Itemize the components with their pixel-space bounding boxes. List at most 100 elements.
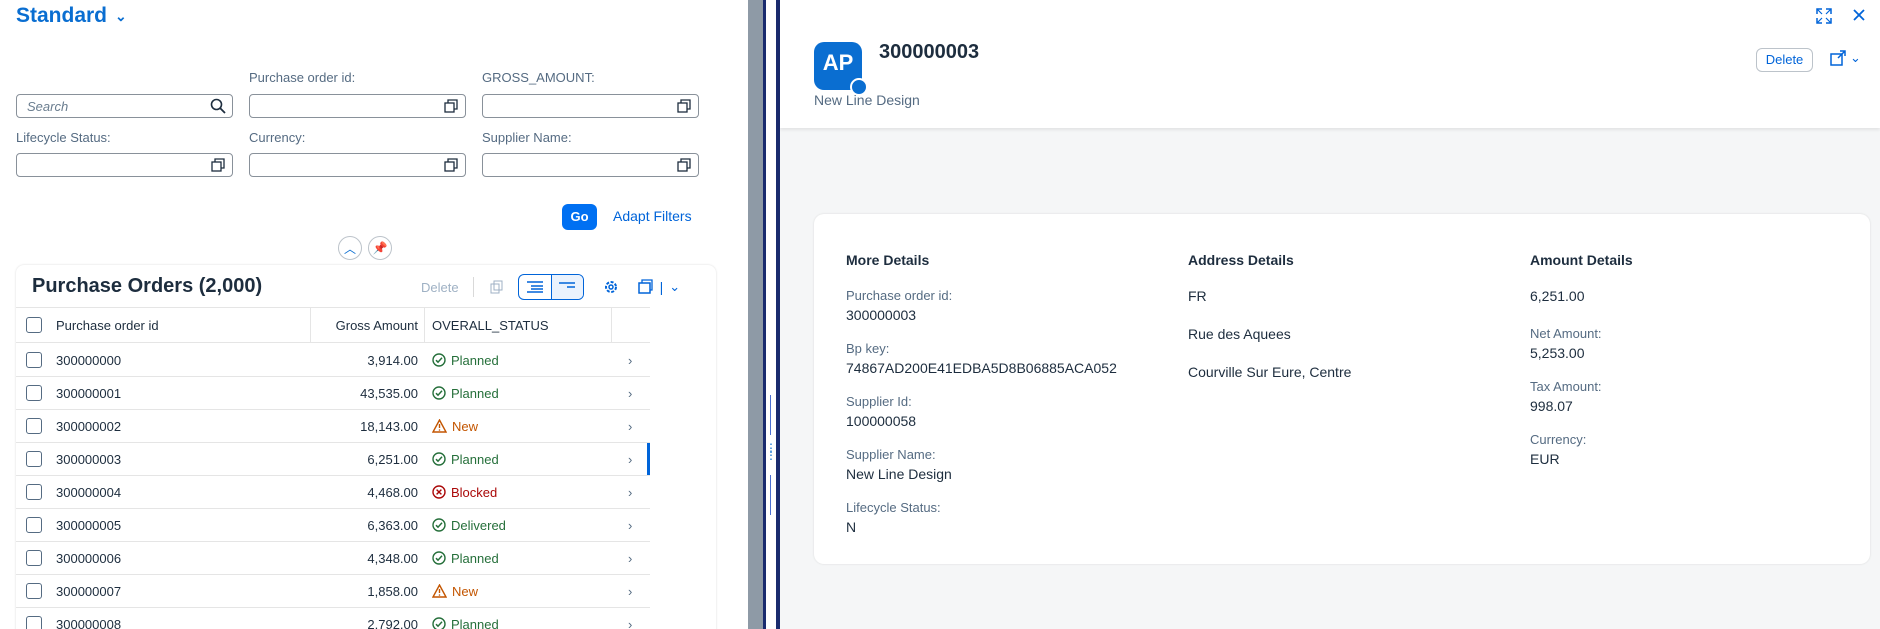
cell-status: New [432,575,478,607]
table-row[interactable]: 300000005 6,363.00 Delivered › [16,509,650,542]
collapse-rows-icon[interactable] [550,275,583,299]
view-toggle[interactable] [517,274,584,300]
row-checkbox[interactable] [26,484,42,500]
share-menu-button[interactable]: ⌄ [1830,50,1861,66]
row-checkbox[interactable] [26,352,42,368]
toolbar-separator [472,277,474,297]
field-value: EUR [1530,451,1560,467]
adapt-filters-button[interactable]: Adapt Filters [613,208,692,224]
row-checkbox[interactable] [26,616,42,629]
fullscreen-icon[interactable] [1816,8,1832,27]
field-pair: Lifecycle Status: N [846,500,1117,535]
chevron-right-icon[interactable]: › [628,377,632,409]
cell-status: Planned [432,542,499,574]
lifecycle-field[interactable] [16,153,233,177]
chevron-down-icon[interactable]: ⌄ [669,279,680,295]
supplier-field[interactable] [482,153,699,177]
value-help-icon[interactable] [676,97,692,115]
go-button[interactable]: Go [562,204,597,230]
copy-icon[interactable] [484,274,510,300]
field-value: New Line Design [846,466,952,482]
table-row[interactable]: 300000007 1,858.00 New › [16,575,650,608]
field-label: Supplier Name: [846,447,936,462]
status-text: Planned [451,550,499,566]
currency-field[interactable] [249,153,466,177]
gross-amount-value: 6,251.00 [1530,288,1585,304]
cell-gross-amount: 6,363.00 [367,517,418,533]
variant-title: Standard [16,4,108,27]
status-text: Planned [451,616,499,629]
export-icon[interactable] [632,274,658,300]
field-pair: Net Amount: 5,253.00 [1530,326,1633,361]
search-icon[interactable] [210,97,226,115]
po-id-field[interactable] [249,94,466,118]
cell-status: Planned [432,608,499,629]
table-row[interactable]: 300000004 4,468.00 Blocked › [16,476,650,509]
value-help-icon[interactable] [443,156,459,174]
chevron-right-icon[interactable]: › [628,509,632,541]
expand-rows-icon[interactable] [519,275,551,299]
chevron-right-icon[interactable]: › [628,575,632,607]
cell-po-id: 300000007 [56,583,122,599]
section-title: Amount Details [1530,252,1633,268]
field-value: N [846,519,857,535]
chevron-right-icon[interactable]: › [628,344,632,376]
table-header-row: Purchase order id Gross Amount OVERALL_S… [16,307,650,343]
chevron-right-icon[interactable]: › [628,476,632,508]
gross-amount-field[interactable] [482,94,699,118]
col-header-overall-status[interactable]: OVERALL_STATUS [432,308,549,342]
status-success-icon [432,617,446,629]
chevron-right-icon[interactable]: › [628,410,632,442]
section-title: Address Details [1188,252,1294,268]
row-checkbox[interactable] [26,517,42,533]
col-header-gross-amount[interactable]: Gross Amount [312,308,418,342]
row-checkbox[interactable] [26,451,42,467]
table-row[interactable]: 300000008 2,792.00 Planned › [16,608,650,629]
chevron-right-icon[interactable]: › [628,542,632,574]
object-page: AP 300000003 New Line Design Delete ⌄ Mo… [780,0,1880,629]
cell-status: Planned [432,377,499,409]
amount-details-section: Amount Details 6,251.00 Net Amount: 5,253… [1530,252,1633,485]
table-row[interactable]: 300000006 4,348.00 Planned › [16,542,650,575]
row-checkbox[interactable] [26,550,42,566]
chevron-down-icon: ⌄ [115,7,127,24]
status-text: New [452,418,479,434]
row-checkbox[interactable] [26,583,42,599]
search-input[interactable]: Search [16,94,233,118]
page-subtitle: New Line Design [814,92,920,108]
more-details-section: More Details Purchase order id: 300000003… [846,252,1117,553]
list-report-pane: Standard ⌄ Purchase order id: GROSS_AMOU… [0,0,748,629]
splitter-grip-icon[interactable]: ⋮⋮⋮⋮ [765,442,789,467]
search-placeholder: Search [27,99,69,114]
value-help-icon[interactable] [210,156,226,174]
col-divider [424,308,425,342]
select-all-checkbox[interactable] [26,317,42,333]
delete-button[interactable]: Delete [1756,48,1813,72]
close-icon[interactable] [1852,8,1866,27]
pin-header-button[interactable]: 📌 [368,236,392,260]
row-checkbox[interactable] [26,385,42,401]
avatar-initials: AP [822,50,854,75]
value-help-icon[interactable] [676,156,692,174]
layout-splitter[interactable] [748,0,766,629]
table-row[interactable]: 300000002 18,143.00 New › [16,410,650,443]
table-row[interactable]: 300000003 6,251.00 Planned › [16,443,650,476]
delete-button[interactable]: Delete [421,280,459,295]
cell-gross-amount: 2,792.00 [367,616,418,629]
col-divider [611,308,612,342]
cell-gross-amount: 18,143.00 [360,418,418,434]
row-checkbox[interactable] [26,418,42,434]
chevron-right-icon[interactable]: › [628,443,632,475]
table-row[interactable]: 300000000 3,914.00 Planned › [16,344,650,377]
collapse-header-button[interactable]: ︿ [338,236,362,260]
purchase-orders-table: Purchase Orders (2,000) Delete | ⌄ Purch… [16,265,716,629]
field-pair: Bp key: 74867AD200E41EDBA5D8B06885ACA052 [846,341,1117,376]
col-header-po-id[interactable]: Purchase order id [56,308,159,342]
value-help-icon[interactable] [443,97,459,115]
chevron-right-icon[interactable]: › [628,608,632,629]
status-success-icon [432,353,446,367]
table-row[interactable]: 300000001 43,535.00 Planned › [16,377,650,410]
splitter-edge [763,0,766,629]
settings-icon[interactable] [598,274,624,300]
variant-selector[interactable]: Standard ⌄ [16,4,127,28]
